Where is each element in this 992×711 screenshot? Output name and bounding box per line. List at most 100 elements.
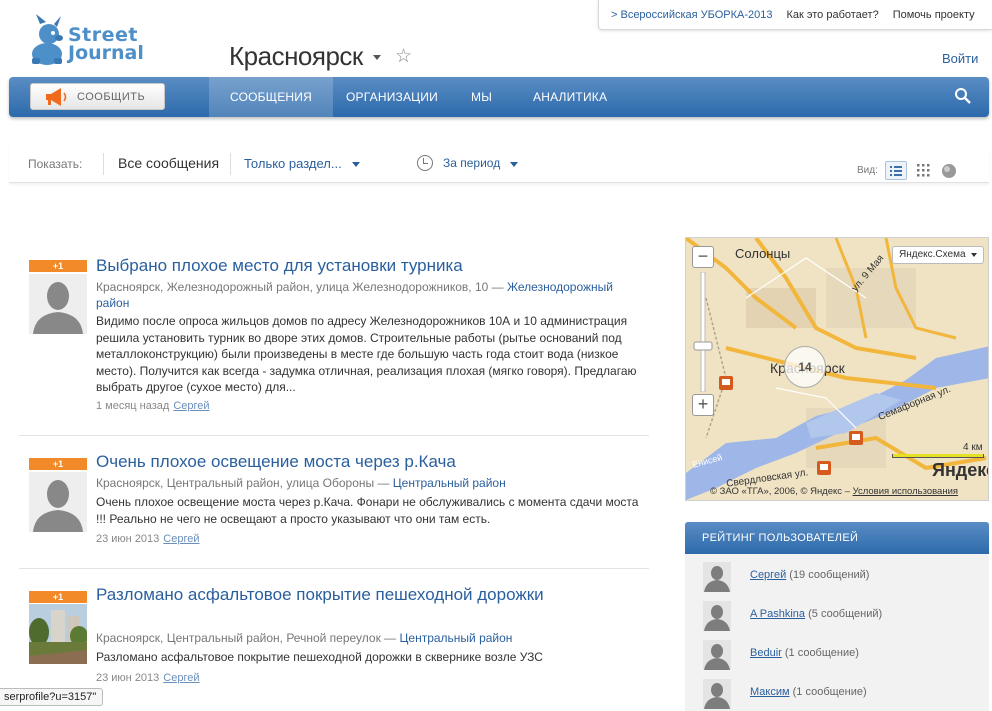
user-link[interactable]: Максим	[750, 686, 790, 698]
chevron-down-icon[interactable]	[373, 55, 381, 60]
terms-link[interactable]: Условия использования	[853, 486, 958, 497]
user-link[interactable]: A Pashkina	[750, 608, 805, 620]
main-navbar: СООБЩИТЬ СООБЩЕНИЯ ОРГАНИЗАЦИИ МЫ АНАЛИТ…	[9, 77, 989, 117]
district-link[interactable]: Центральный район	[400, 631, 513, 645]
author-link[interactable]: Сергей	[173, 400, 209, 412]
map-view-button[interactable]	[938, 161, 960, 180]
user-silhouette-icon	[703, 601, 731, 631]
message-title[interactable]: Очень плохое освещение моста через р.Кач…	[96, 452, 456, 472]
top-links-strip: > Всероссийская УБОРКА-2013 Как это рабо…	[598, 0, 992, 30]
grid-view-button[interactable]	[913, 161, 935, 180]
vote-badge[interactable]: +1	[29, 591, 87, 603]
chevron-down-icon[interactable]	[352, 162, 360, 167]
rating-text: Beduir (1 сообщение)	[750, 647, 859, 659]
user-silhouette-icon	[703, 679, 731, 709]
clock-icon	[417, 155, 433, 171]
map-cluster-marker[interactable]: 14	[784, 346, 826, 388]
cleanup-link[interactable]: > Всероссийская УБОРКА-2013	[611, 9, 773, 21]
avatar[interactable]	[703, 562, 731, 592]
rating-row: Сергей (19 сообщений)	[703, 562, 983, 592]
user-link[interactable]: Beduir	[750, 647, 782, 659]
nav-about-us[interactable]: МЫ	[471, 77, 492, 117]
date-text: 1 месяц назад	[96, 400, 170, 412]
login-link[interactable]: Войти	[942, 51, 978, 66]
filter-all-messages[interactable]: Все сообщения	[118, 155, 219, 171]
user-silhouette-icon	[29, 274, 87, 334]
avatar[interactable]	[29, 472, 87, 532]
map-layer-dropdown[interactable]: Яндекс.Схема	[892, 246, 984, 264]
map-scale-label: 4 км	[963, 442, 983, 453]
avatar[interactable]	[703, 640, 731, 670]
rating-row: Beduir (1 сообщение)	[703, 640, 983, 670]
map-copyright: © ЗАО «ТГА», 2006, © Яндекс – Условия ис…	[710, 486, 958, 497]
date-text: 23 июн 2013	[96, 533, 160, 545]
nav-analytics[interactable]: АНАЛИТИКА	[533, 77, 607, 117]
divider	[230, 153, 231, 175]
district-link[interactable]: Центральный район	[393, 476, 506, 490]
author-link[interactable]: Сергей	[163, 533, 199, 545]
yandex-logo[interactable]: Яндекс	[932, 460, 988, 481]
zoom-in-button[interactable]: +	[692, 394, 714, 416]
status-bar-url: serprofile?u=3157"	[0, 688, 104, 706]
divider	[19, 568, 649, 569]
user-silhouette-icon	[703, 562, 731, 592]
chevron-down-icon	[971, 253, 977, 257]
message-title[interactable]: Разломано асфальтовое покрытие пешеходно…	[96, 585, 544, 605]
message-date: 23 июн 2013 Сергей	[96, 533, 200, 545]
list-view-button[interactable]	[885, 161, 907, 180]
message-location: Красноярск, Центральный район, улица Обо…	[96, 476, 506, 490]
globe-icon	[942, 164, 956, 178]
message-count: (5 сообщений)	[808, 608, 883, 620]
nav-organizations[interactable]: ОРГАНИЗАЦИИ	[346, 77, 438, 117]
report-button[interactable]: СООБЩИТЬ	[30, 83, 165, 110]
map-marker-icon[interactable]	[848, 430, 864, 446]
site-logo[interactable]: Street Journal	[28, 10, 168, 72]
grid-view-icon	[917, 164, 930, 177]
avatar[interactable]	[703, 601, 731, 631]
street-photo-icon	[29, 604, 87, 664]
rating-text: Сергей (19 сообщений)	[750, 569, 869, 581]
how-it-works-link[interactable]: Как это работает?	[787, 9, 879, 21]
message-date: 23 июн 2013 Сергей	[96, 672, 200, 684]
filter-period-dropdown[interactable]: За период	[443, 156, 500, 170]
message-date: 1 месяц назад Сергей	[96, 400, 210, 412]
message-title[interactable]: Выбрано плохое место для установки турни…	[96, 256, 463, 276]
message-count: (1 сообщение)	[792, 686, 867, 698]
vote-badge[interactable]: +1	[29, 458, 87, 470]
zoom-out-button[interactable]: −	[692, 246, 714, 268]
view-label: Вид:	[857, 165, 878, 176]
message-body: Очень плохое освещение моста через р.Кач…	[96, 495, 639, 526]
user-silhouette-icon	[29, 472, 87, 532]
zoom-slider[interactable]	[692, 272, 714, 392]
help-project-link[interactable]: Помочь проекту	[893, 9, 975, 21]
message-location: Красноярск, Железнодорожный район, улица…	[96, 280, 613, 310]
user-silhouette-icon	[703, 640, 731, 670]
map-scale-bar	[892, 454, 984, 458]
list-view-icon	[890, 166, 902, 176]
message-count: (19 сообщений)	[789, 569, 870, 581]
map-marker-icon[interactable]	[718, 375, 734, 391]
rating-text: Максим (1 сообщение)	[750, 686, 867, 698]
message-photo[interactable]	[29, 604, 87, 664]
vote-badge[interactable]: +1	[29, 260, 87, 272]
map-marker-icon[interactable]	[816, 460, 832, 476]
author-link[interactable]: Сергей	[163, 672, 199, 684]
city-selector[interactable]: Красноярск	[229, 41, 363, 72]
rating-row: Максим (1 сообщение)	[703, 679, 983, 709]
nav-messages[interactable]: СООБЩЕНИЯ	[209, 77, 333, 117]
report-button-label: СООБЩИТЬ	[77, 90, 146, 103]
city-map[interactable]: − + Яндекс.Схема Солонцы Краснояpск ул. …	[685, 237, 989, 501]
avatar[interactable]	[29, 274, 87, 334]
message-body: Разломано асфальтовое покрытие пешеходно…	[96, 650, 543, 664]
search-icon[interactable]	[954, 87, 972, 105]
filter-section-dropdown[interactable]: Только раздел...	[244, 156, 342, 171]
avatar[interactable]	[703, 679, 731, 709]
star-icon[interactable]: ☆	[395, 45, 412, 68]
divider	[103, 153, 104, 175]
message-location: Красноярск, Центральный район, Речной пе…	[96, 631, 513, 645]
map-layer-label: Яндекс.Схема	[899, 249, 966, 260]
user-link[interactable]: Сергей	[750, 569, 786, 581]
chevron-down-icon[interactable]	[510, 162, 518, 167]
date-text: 23 июн 2013	[96, 672, 160, 684]
rating-text: A Pashkina (5 сообщений)	[750, 608, 882, 620]
